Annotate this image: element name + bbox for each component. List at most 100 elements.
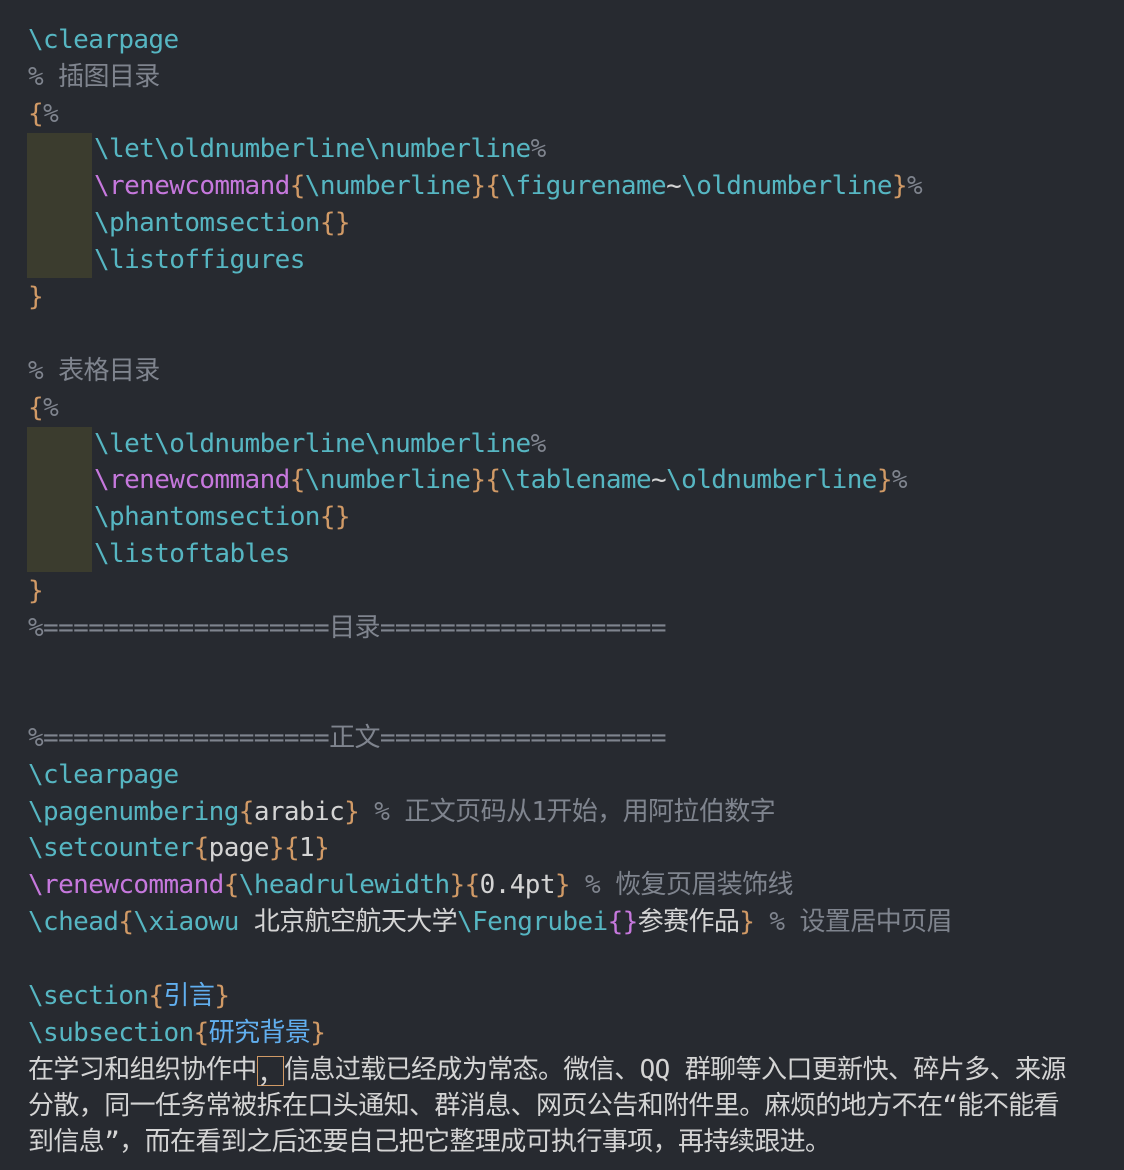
code-line[interactable]: \phantomsection{} xyxy=(94,205,351,242)
code-editor[interactable]: \clearpage % 插图目录 {% \let\oldnumberline\… xyxy=(0,0,1124,1170)
latex-command: \Fengrubei xyxy=(457,907,608,937)
code-line[interactable]: } xyxy=(28,279,44,316)
latex-command: \numberline xyxy=(364,134,531,164)
brace: { xyxy=(238,797,255,827)
latex-command: \phantomsection xyxy=(94,208,320,238)
latex-command: \tablename xyxy=(500,465,652,495)
comment: % xyxy=(43,393,59,423)
code-line[interactable]: \renewcommand{\numberline}{\figurename~\… xyxy=(94,168,923,205)
latex-command: \chead xyxy=(28,907,119,937)
subsection-title: 研究背景 xyxy=(208,1018,311,1048)
latex-command: \numberline xyxy=(304,465,471,495)
code-line[interactable]: \clearpage xyxy=(28,22,179,59)
section-title: 引言 xyxy=(163,981,215,1011)
code-line[interactable]: \subsection{研究背景} xyxy=(28,1015,326,1052)
code-line[interactable]: 分散，同一任务常被拆在口头通知、群消息、网页公告和附件里。麻烦的地方不在“能不能… xyxy=(28,1088,1060,1125)
brace: } xyxy=(554,870,571,900)
latex-command: \figurename xyxy=(500,171,667,201)
comment: % xyxy=(906,171,923,201)
argument: page xyxy=(208,833,270,863)
code-line[interactable]: %===================目录==================… xyxy=(28,610,666,647)
code-line[interactable]: % 表格目录 xyxy=(28,353,160,390)
latex-command: \clearpage xyxy=(28,760,179,790)
paragraph-text: 到信息”，而在看到之后还要自己把它整理成可执行事项，再持续跟进。 xyxy=(28,1127,831,1157)
latex-command: \renewcommand xyxy=(28,870,224,900)
comment: % 恢复页眉装饰线 xyxy=(569,870,794,900)
code-line[interactable]: \renewcommand{\headrulewidth}{0.4pt} % 恢… xyxy=(28,867,794,904)
code-line[interactable]: 在学习和组织协作中，信息过载已经成为常态。微信、QQ 群聊等入口更新快、碎片多、… xyxy=(28,1052,1066,1090)
latex-command: \xiaowu xyxy=(133,907,239,937)
brace: { xyxy=(289,171,306,201)
comment: % 设置居中页眉 xyxy=(754,907,952,937)
code-line[interactable]: \renewcommand{\numberline}{\tablename~\o… xyxy=(94,462,908,499)
code-line[interactable]: 到信息”，而在看到之后还要自己把它整理成可执行事项，再持续跟进。 xyxy=(28,1124,831,1161)
latex-command: \oldnumberline xyxy=(154,429,365,459)
indent-guide xyxy=(27,133,92,278)
brace: { xyxy=(118,907,134,937)
latex-command: \phantomsection xyxy=(94,502,320,532)
brace: } xyxy=(344,797,360,827)
brace: {} xyxy=(319,502,351,532)
brace: } xyxy=(470,465,486,495)
code-line[interactable]: \clearpage xyxy=(28,757,179,794)
latex-command: \section xyxy=(28,981,149,1011)
brace: { xyxy=(485,465,501,495)
code-line[interactable]: \chead{\xiaowu 北京航空航天大学\Fengrubei{}参赛作品}… xyxy=(28,904,953,941)
latex-command: \renewcommand xyxy=(94,465,290,495)
code-line[interactable]: } xyxy=(28,573,44,610)
comment: % 表格目录 xyxy=(28,356,160,386)
brace: {} xyxy=(319,208,351,238)
code-line[interactable]: \pagenumbering{arabic} % 正文页码从1开始，用阿拉伯数字 xyxy=(28,794,776,831)
argument: arabic xyxy=(253,797,345,827)
brace: } xyxy=(876,465,893,495)
brace: } xyxy=(739,907,755,937)
code-line[interactable]: \let\oldnumberline\numberline% xyxy=(94,426,546,463)
latex-command: \oldnumberline xyxy=(666,465,877,495)
code-line[interactable]: \setcounter{page}{1} xyxy=(28,830,330,867)
code-line[interactable]: {% xyxy=(28,390,59,427)
latex-command: \setcounter xyxy=(28,833,194,863)
code-line[interactable]: \listoftables xyxy=(94,536,290,573)
brace: { xyxy=(28,99,44,129)
brace: } xyxy=(310,1018,326,1048)
brace: { xyxy=(193,833,210,863)
code-line[interactable]: \listoffigures xyxy=(94,242,305,279)
brace: { xyxy=(289,465,306,495)
latex-command: \renewcommand xyxy=(94,171,290,201)
indent-guide xyxy=(27,427,92,572)
latex-command: \clearpage xyxy=(28,25,179,55)
brace: } xyxy=(470,171,486,201)
latex-command: \numberline xyxy=(304,171,471,201)
code-line[interactable]: {% xyxy=(28,96,59,133)
brace: } xyxy=(314,833,330,863)
brace: } xyxy=(891,171,908,201)
argument: 1 xyxy=(299,833,315,863)
brace: } xyxy=(28,576,44,606)
brace: { xyxy=(193,1018,210,1048)
code-line[interactable]: %===================正文==================… xyxy=(28,720,666,757)
comment: %===================目录==================… xyxy=(28,613,666,643)
brace: { xyxy=(485,171,501,201)
comment: % xyxy=(530,429,547,459)
code-line[interactable]: \phantomsection{} xyxy=(94,499,351,536)
code-line[interactable]: \let\oldnumberline\numberline% xyxy=(94,131,546,168)
comment: % xyxy=(43,99,59,129)
latex-command: \headrulewidth xyxy=(238,870,450,900)
code-line[interactable]: \section{引言} xyxy=(28,978,230,1015)
latex-command: \let xyxy=(94,134,155,164)
argument: 北京航空航天大学 xyxy=(238,907,458,937)
comment: % xyxy=(891,465,908,495)
latex-command: \listoftables xyxy=(94,539,290,569)
text-cursor-match: ， xyxy=(256,1055,285,1090)
brace: } xyxy=(214,981,230,1011)
tilde: ~ xyxy=(651,465,667,495)
latex-command: \oldnumberline xyxy=(154,134,365,164)
latex-command: \listoffigures xyxy=(94,245,305,275)
paragraph-text: 在学习和组织协作中 xyxy=(28,1055,257,1085)
brace: } xyxy=(449,870,466,900)
paragraph-text: 信息过载已经成为常态。微信、QQ 群聊等入口更新快、碎片多、来源 xyxy=(284,1055,1066,1085)
brace: { xyxy=(464,870,481,900)
code-line[interactable]: % 插图目录 xyxy=(28,59,160,96)
tilde: ~ xyxy=(666,171,682,201)
latex-command: \numberline xyxy=(364,429,531,459)
